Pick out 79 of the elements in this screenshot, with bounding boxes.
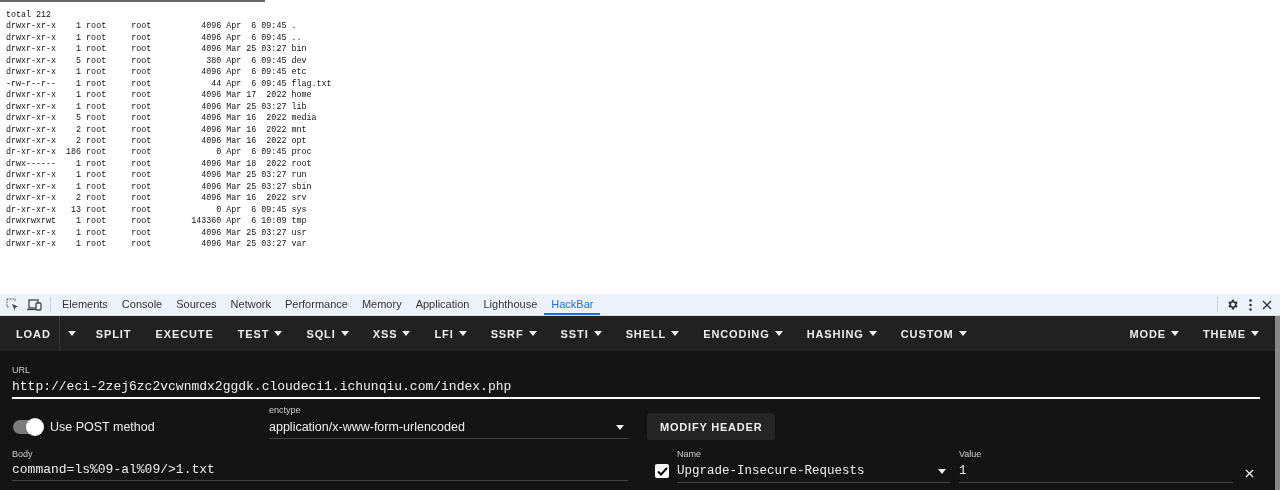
devtools-tab[interactable]: Memory [354,294,409,315]
toolbar-button[interactable]: SPLIT [83,316,144,351]
header-name-field[interactable]: Upgrade-Insecure-Requests [677,460,950,483]
listing-line: drwxr-xr-x 1 root root 4096 Mar 17 2022 home [6,90,312,102]
body-field[interactable]: command=ls%09-al%09/>1.txt [12,460,628,481]
devtools-tab[interactable]: Elements [55,294,115,315]
caret-icon [671,331,680,336]
caret-icon [868,331,877,336]
listing-line: drwxr-xr-x 2 root root 4096 Mar 16 2022 opt [6,136,307,147]
field-label: enctype [269,404,302,416]
modify-header-button[interactable]: MODIFY HEADER [647,413,776,440]
inspect-icon[interactable] [6,298,19,311]
caret-icon [458,331,467,336]
listing-line: dr-xr-xr-x 186 root root 0 Apr 6 09:45 proc [6,147,312,159]
listing-line: drwxr-xr-x 1 root root 4096 Mar 25 03:27 usr [6,227,307,239]
field-label: Value [959,448,983,460]
listing-line: drwxr-xr-x 2 root root 4096 Mar 16 2022 mnt [6,124,307,136]
listing-line: drwx------ 1 root root 4096 Mar 18 2022 root [6,158,312,170]
menu-button[interactable]: SQLI [294,316,361,351]
toolbar-button[interactable]: EXECUTE [143,316,226,351]
menu-button[interactable]: XSS [360,316,423,351]
listing-line: total 212 [6,10,52,21]
menu-button[interactable]: SSTI [548,316,614,351]
remove-icon[interactable] [1245,469,1254,478]
menu-button[interactable]: HASHING [794,316,889,351]
listing-line: drwxr-xr-x 1 root root 4096 Apr 6 09:45 .. [6,32,302,44]
checkbox[interactable] [655,464,669,478]
devtools-tab[interactable]: Application [408,294,477,315]
field-label: URL [12,364,31,376]
toolbar-button[interactable]: LOAD [4,316,59,351]
url-field[interactable]: http://eci-2zej6zc2vcwnmdx2ggdk.cloudeci1.ichunqiu.com/index.php [12,377,1260,399]
caret-icon [1251,331,1259,336]
devtools-tab[interactable]: Lighthouse [476,294,545,315]
listing-line: drwxr-xr-x 1 root root 4096 Apr 6 09:45 etc [6,67,307,79]
listing-line: drwxr-xr-x 5 root root 4096 Mar 16 2022 media [6,113,317,125]
caret-icon [774,331,783,336]
devtools-tab[interactable]: Sources [169,294,224,315]
menu-button[interactable]: CUSTOM [888,316,979,351]
listing-line: drwxr-xr-x 1 root root 4096 Apr 6 09:45 . [6,21,297,33]
listing-line: drwxr-xr-x 1 root root 4096 Mar 25 03:27 lib [6,101,307,113]
toggle-label: Use POST method [50,420,156,434]
listing-line: drwxrwxrwt 1 root root 143360 Apr 6 10:09 tmp [6,216,307,228]
devtools-tab[interactable]: Performance [277,294,355,315]
menu-button[interactable]: THEME [1191,316,1271,351]
listing-line: drwxr-xr-x 2 root root 4096 Mar 16 2022 srv [6,193,307,205]
caret-icon [958,331,967,336]
caret-icon [616,424,624,430]
field-label: Name [677,448,702,460]
listing-line: drwxr-xr-x 1 root root 4096 Mar 25 03:27 bin [6,44,307,56]
listing-line: drwxr-xr-x 1 root root 4096 Mar 25 03:27 var [6,239,307,251]
menu-button[interactable]: SSRF [478,316,549,351]
header-value-field[interactable]: 1 [959,460,1233,483]
menu-button[interactable]: SHELL [613,316,692,351]
enctype-select[interactable]: application/x-www-form-urlencoded [269,416,628,439]
toggle-switch[interactable] [13,420,43,434]
listing-line: drwxr-xr-x 1 root root 4096 Mar 25 03:27 sbin [6,181,312,193]
caret-icon [67,331,76,336]
menu-button[interactable]: ENCODING [691,316,795,351]
caret-icon [593,331,602,336]
menu-button[interactable]: LFI [422,316,479,351]
caret-icon [340,331,349,336]
listing-line: -rw-r--r-- 1 root root 44 Apr 6 09:45 flag.txt [6,78,332,90]
devtools-tab[interactable]: Network [223,294,278,315]
more-icon[interactable] [1249,298,1252,311]
listing-line: drwxr-xr-x 5 root root 380 Apr 6 09:45 dev [6,55,307,67]
listing-line: dr-xr-xr-x 13 root root 0 Apr 6 09:45 sys [6,204,307,216]
caret-icon [938,468,946,474]
device-icon[interactable] [27,298,42,311]
caret-icon [528,331,537,336]
listing-line: drwxr-xr-x 1 root root 4096 Mar 25 03:27 run [6,170,307,182]
field-label: Body [12,448,34,460]
caret-icon [274,331,283,336]
settings-icon[interactable] [1226,298,1239,311]
menu-button[interactable]: MODE [1117,316,1191,351]
caret-icon [402,331,411,336]
devtools-tab[interactable]: Console [114,294,170,315]
close-icon[interactable] [1262,299,1272,310]
caret-icon [1171,331,1179,336]
menu-button[interactable]: TEST [225,316,295,351]
